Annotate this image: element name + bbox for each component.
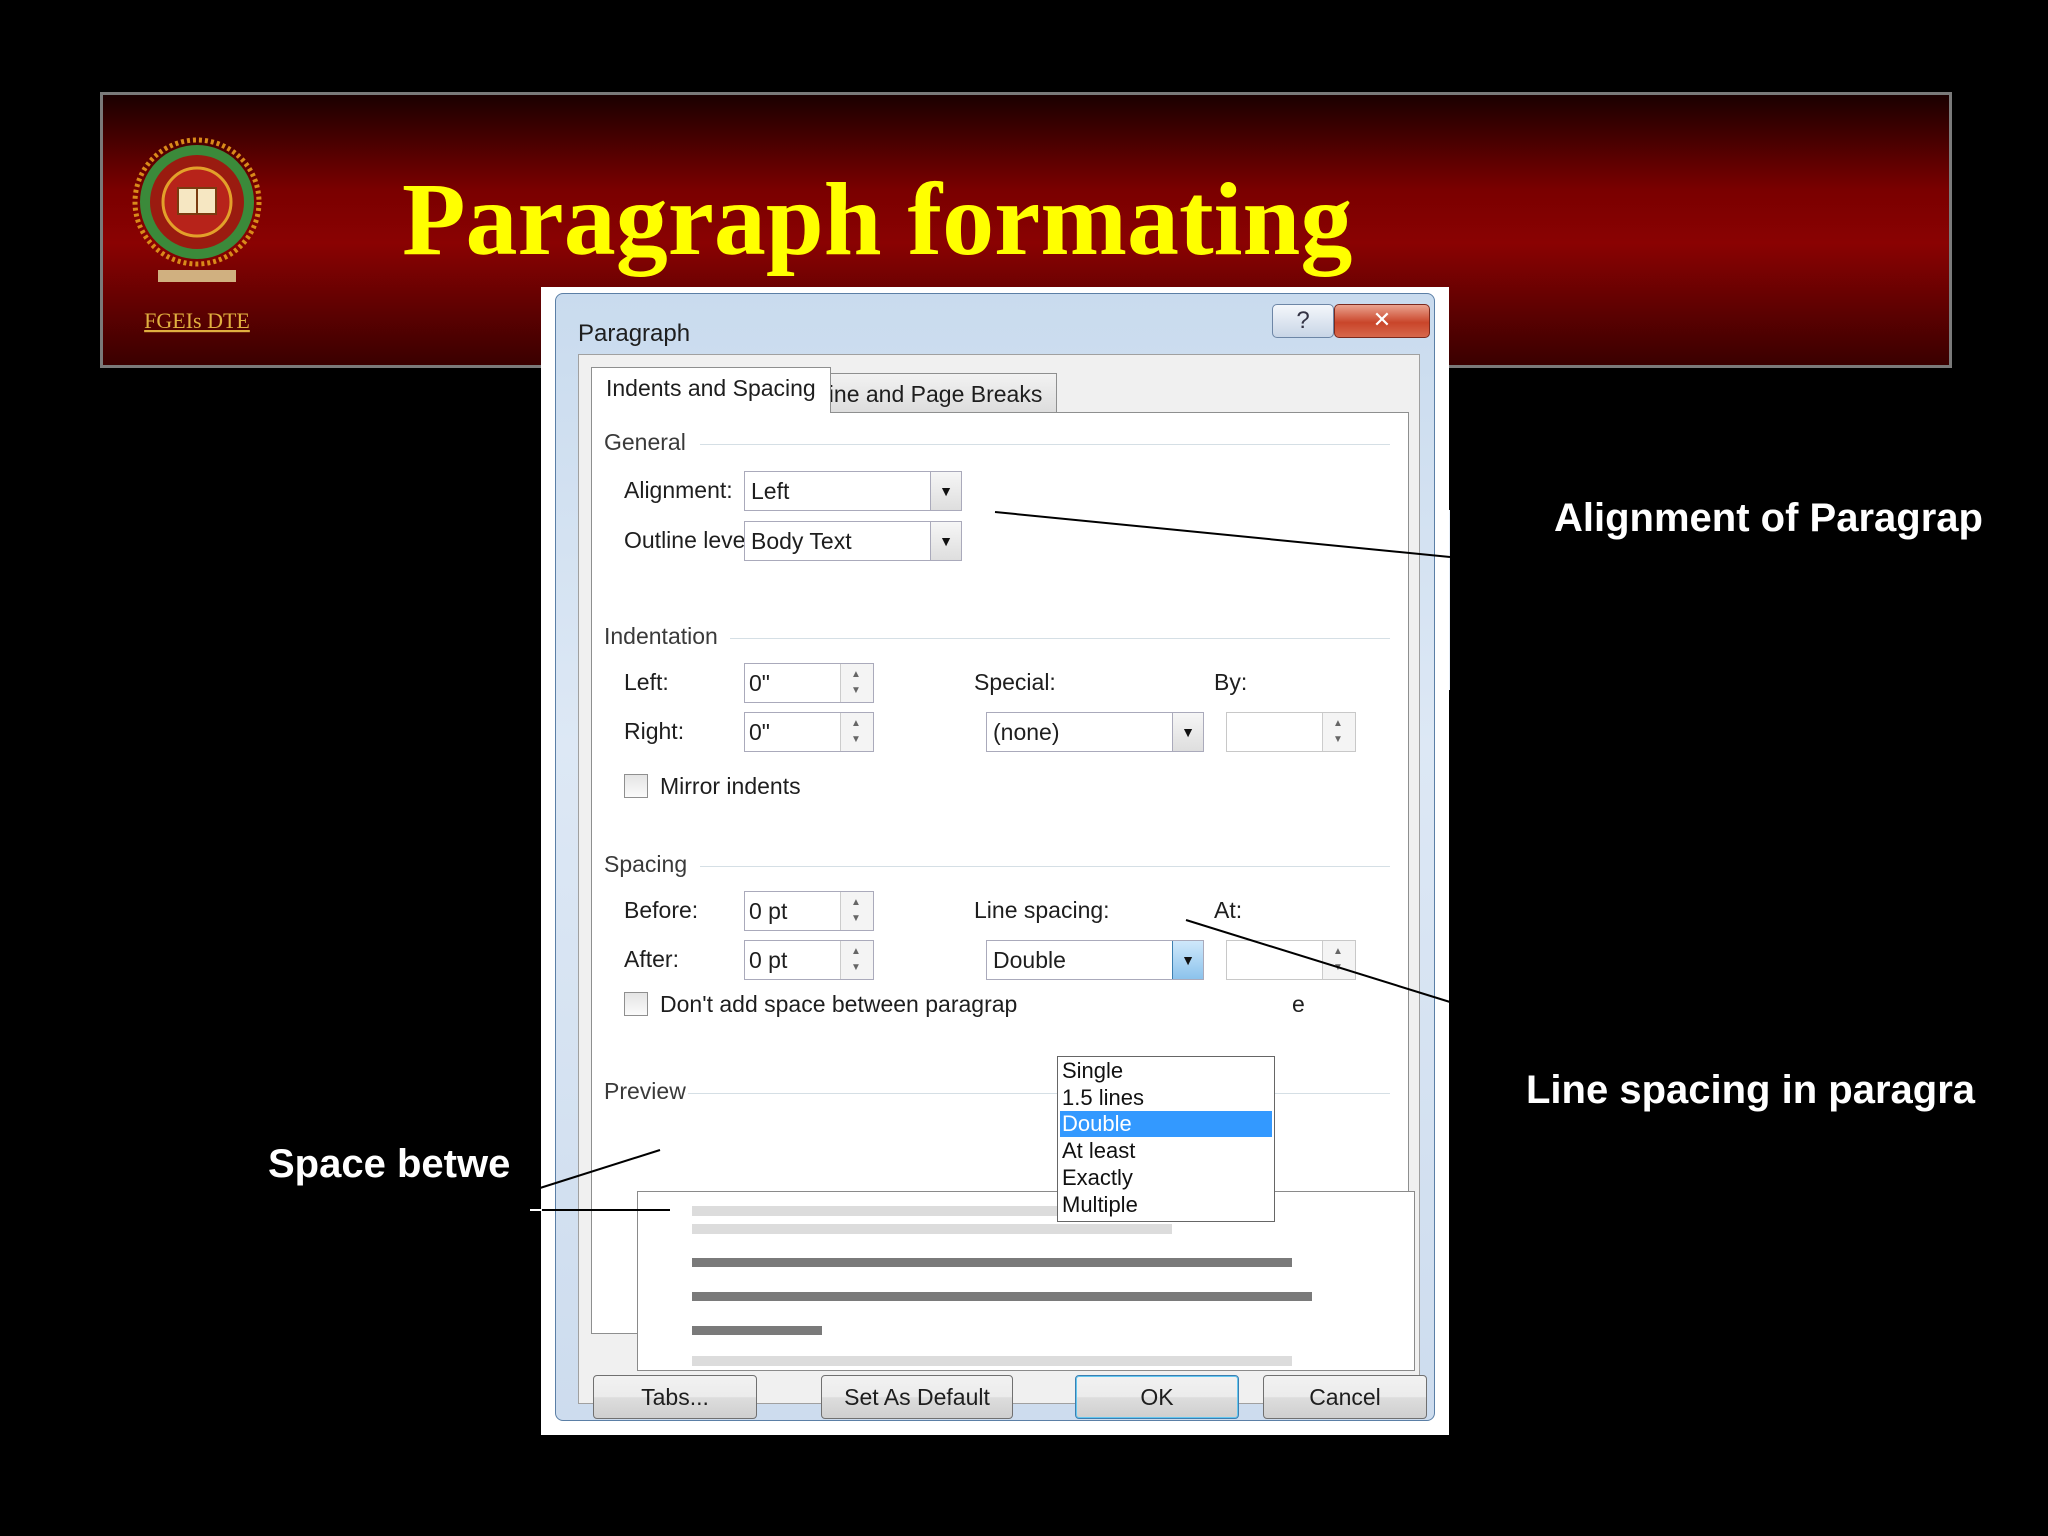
preview-sample-line: [692, 1292, 1312, 1301]
paragraph-dialog-window: Paragraph ? ✕ Indents and Spacing Line a…: [541, 287, 1449, 1435]
at-stepper[interactable]: ▲ ▼: [1226, 940, 1356, 980]
by-spin-buttons[interactable]: ▲ ▼: [1322, 713, 1355, 751]
indent-right-spin-buttons[interactable]: ▲ ▼: [840, 713, 873, 751]
special-label: Special:: [974, 669, 1056, 695]
logo-text: FGEIs DTE: [144, 308, 250, 333]
indentation-heading: Indentation: [604, 623, 718, 649]
outline-level-dropdown-arrow-icon[interactable]: ▼: [930, 522, 961, 560]
spacing-divider: [700, 866, 1390, 867]
by-stepper[interactable]: ▲ ▼: [1226, 712, 1356, 752]
line-spacing-option-at-least[interactable]: At least: [1060, 1138, 1272, 1164]
set-as-default-button[interactable]: Set As Default: [821, 1375, 1013, 1419]
close-button[interactable]: ✕: [1334, 304, 1430, 338]
before-label: Before:: [624, 897, 699, 923]
before-value: 0 pt: [749, 898, 788, 924]
special-dropdown[interactable]: (none) ▼: [986, 712, 1204, 752]
preview-sample-line: [692, 1258, 1292, 1267]
indent-right-value: 0": [749, 719, 770, 745]
dialog-title: Paragraph: [578, 320, 691, 347]
alignment-value: Left: [751, 478, 790, 504]
indent-left-label: Left:: [624, 669, 669, 695]
preview-divider: [688, 1093, 1390, 1094]
at-label: At:: [1214, 897, 1243, 923]
indent-left-stepper[interactable]: 0" ▲ ▼: [744, 663, 874, 703]
callout-space-between: Space betwe: [268, 1142, 511, 1186]
indentation-divider: [730, 638, 1390, 639]
line-spacing-option-exactly[interactable]: Exactly: [1060, 1165, 1272, 1191]
alignment-dropdown-arrow-icon[interactable]: ▼: [930, 472, 961, 510]
tabs-button[interactable]: Tabs...: [593, 1375, 757, 1419]
outline-level-dropdown[interactable]: Body Text ▼: [744, 521, 962, 561]
dialog-frame: Paragraph ? ✕ Indents and Spacing Line a…: [555, 293, 1435, 1421]
after-spin-buttons[interactable]: ▲ ▼: [840, 941, 873, 979]
alignment-dropdown[interactable]: Left ▼: [744, 471, 962, 511]
outline-level-label: Outline level:: [624, 527, 757, 553]
paragraph-preview-box: [637, 1191, 1415, 1371]
general-divider: [700, 444, 1390, 445]
line-spacing-value: Double: [993, 947, 1066, 973]
cancel-button[interactable]: Cancel: [1263, 1375, 1427, 1419]
indent-right-stepper[interactable]: 0" ▲ ▼: [744, 712, 874, 752]
line-spacing-option-double[interactable]: Double: [1060, 1111, 1272, 1137]
preview-previous-paragraph-line: [692, 1224, 1172, 1234]
line-spacing-option-1-5-lines[interactable]: 1.5 lines: [1060, 1085, 1272, 1111]
after-value: 0 pt: [749, 947, 788, 973]
preview-following-paragraph-line: [692, 1356, 1292, 1366]
mirror-indents-checkbox[interactable]: [624, 774, 648, 798]
dont-add-space-checkbox[interactable]: [624, 992, 648, 1016]
line-spacing-option-single[interactable]: Single: [1060, 1058, 1272, 1084]
ok-button[interactable]: OK: [1075, 1375, 1239, 1419]
preview-sample-line: [692, 1326, 822, 1335]
alignment-label: Alignment:: [624, 477, 733, 503]
line-spacing-options-list[interactable]: Single 1.5 lines Double At least Exactly…: [1057, 1056, 1275, 1222]
dont-add-space-label-tail: e: [1292, 991, 1305, 1017]
after-stepper[interactable]: 0 pt ▲ ▼: [744, 940, 874, 980]
tab-line-and-page-breaks[interactable]: Line and Page Breaks: [801, 373, 1058, 415]
indent-left-spin-buttons[interactable]: ▲ ▼: [840, 664, 873, 702]
line-spacing-dropdown-arrow-icon[interactable]: ▼: [1172, 941, 1203, 979]
special-dropdown-arrow-icon[interactable]: ▼: [1172, 713, 1203, 751]
callout-line-spacing: Line spacing in paragra: [1526, 1068, 1976, 1112]
before-stepper[interactable]: 0 pt ▲ ▼: [744, 891, 874, 931]
after-label: After:: [624, 946, 679, 972]
spacing-heading: Spacing: [604, 851, 688, 877]
help-button[interactable]: ?: [1272, 304, 1334, 338]
callout-alignment: Alignment of Paragrap: [1554, 496, 1983, 540]
at-spin-buttons[interactable]: ▲ ▼: [1322, 941, 1355, 979]
line-spacing-label: Line spacing:: [974, 897, 1110, 923]
line-spacing-option-multiple[interactable]: Multiple: [1060, 1192, 1272, 1218]
dont-add-space-label[interactable]: Don't add space between paragrap: [660, 991, 1017, 1018]
slide-title: Paragraph formating: [402, 162, 1353, 277]
preview-heading: Preview: [604, 1078, 686, 1104]
fgeis-logo-icon: FGEIs DTE: [132, 137, 262, 333]
indent-right-label: Right:: [624, 718, 685, 744]
line-spacing-dropdown[interactable]: Double ▼: [986, 940, 1204, 980]
by-label: By:: [1214, 669, 1248, 695]
dialog-client-area: Indents and Spacing Line and Page Breaks…: [578, 354, 1427, 1419]
indent-left-value: 0": [749, 670, 770, 696]
before-spin-buttons[interactable]: ▲ ▼: [840, 892, 873, 930]
tab-indents-and-spacing[interactable]: Indents and Spacing: [591, 367, 831, 413]
special-value: (none): [993, 719, 1060, 745]
mirror-indents-label[interactable]: Mirror indents: [660, 773, 801, 800]
outline-level-value: Body Text: [751, 528, 852, 554]
general-heading: General: [604, 429, 686, 455]
